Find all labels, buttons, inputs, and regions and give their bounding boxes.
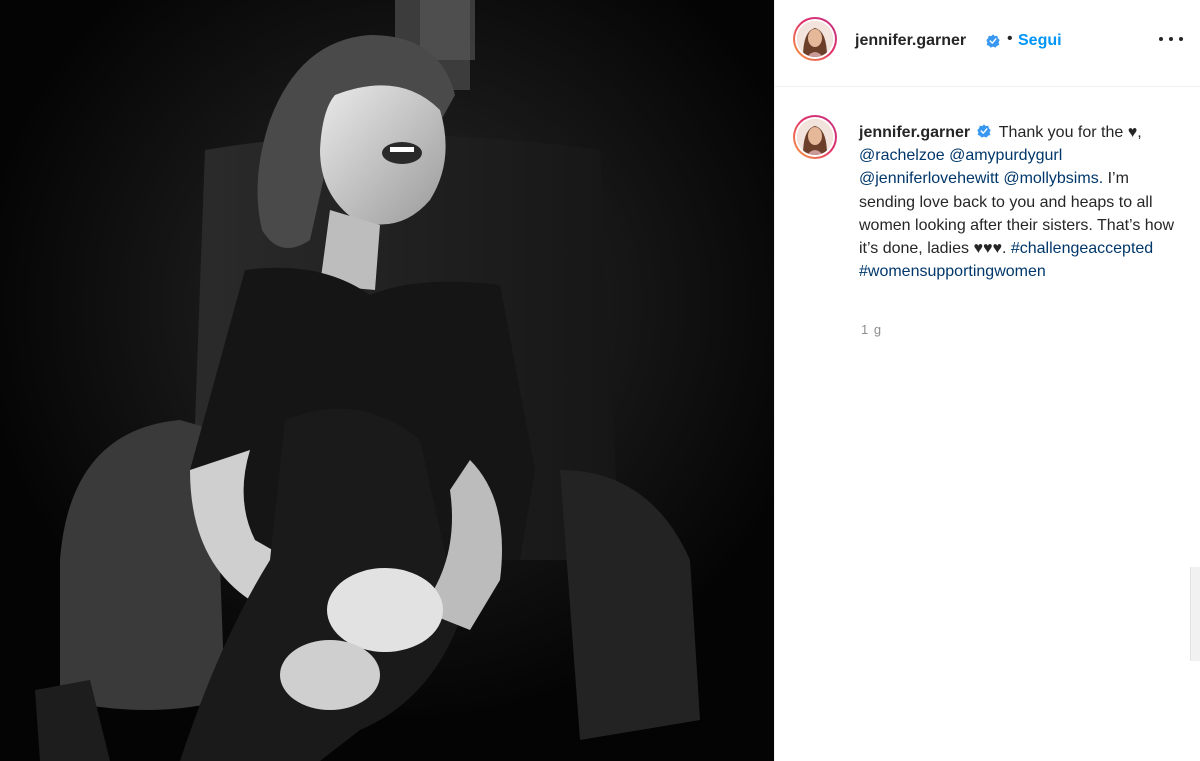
mention-link[interactable]: @rachelzoe bbox=[859, 147, 945, 164]
verified-badge-icon bbox=[986, 34, 1000, 48]
more-horizontal-icon[interactable] bbox=[1159, 32, 1183, 46]
post-image bbox=[0, 0, 774, 761]
avatar-photo bbox=[797, 119, 833, 155]
post-details-panel: jennifer.garner • Segui jennifer.garner bbox=[774, 0, 1200, 761]
mention-link[interactable]: @amypurdygurl bbox=[949, 147, 1062, 164]
follow-button[interactable]: Segui bbox=[1018, 32, 1062, 50]
hearts-emoji: ♥♥♥. bbox=[973, 240, 1007, 258]
avatar[interactable] bbox=[793, 17, 837, 61]
caption-text: Thank you for the bbox=[998, 124, 1124, 141]
caption-username[interactable]: jennifer.garner bbox=[859, 124, 970, 141]
scrollbar[interactable] bbox=[1190, 567, 1200, 661]
caption-avatar[interactable] bbox=[793, 115, 837, 159]
post-timestamp[interactable]: 1 g bbox=[861, 322, 882, 337]
post-header: jennifer.garner • Segui bbox=[775, 0, 1200, 87]
verified-badge-icon bbox=[976, 124, 991, 138]
heart-emoji: ♥, bbox=[1127, 124, 1142, 141]
hashtag-link[interactable]: #challengeaccepted bbox=[1011, 240, 1153, 257]
username[interactable]: jennifer.garner bbox=[855, 32, 966, 50]
post-photo[interactable] bbox=[0, 0, 774, 761]
separator-dot: • bbox=[1007, 30, 1013, 47]
mention-link[interactable]: @jenniferlovehewitt bbox=[859, 170, 999, 187]
post-caption: jennifer.garner Thank you for the ♥, @ra… bbox=[859, 121, 1181, 283]
mention-link[interactable]: @mollybsims. bbox=[1003, 170, 1103, 187]
avatar-photo bbox=[797, 21, 833, 57]
hashtag-link[interactable]: #womensupportingwomen bbox=[859, 263, 1046, 280]
